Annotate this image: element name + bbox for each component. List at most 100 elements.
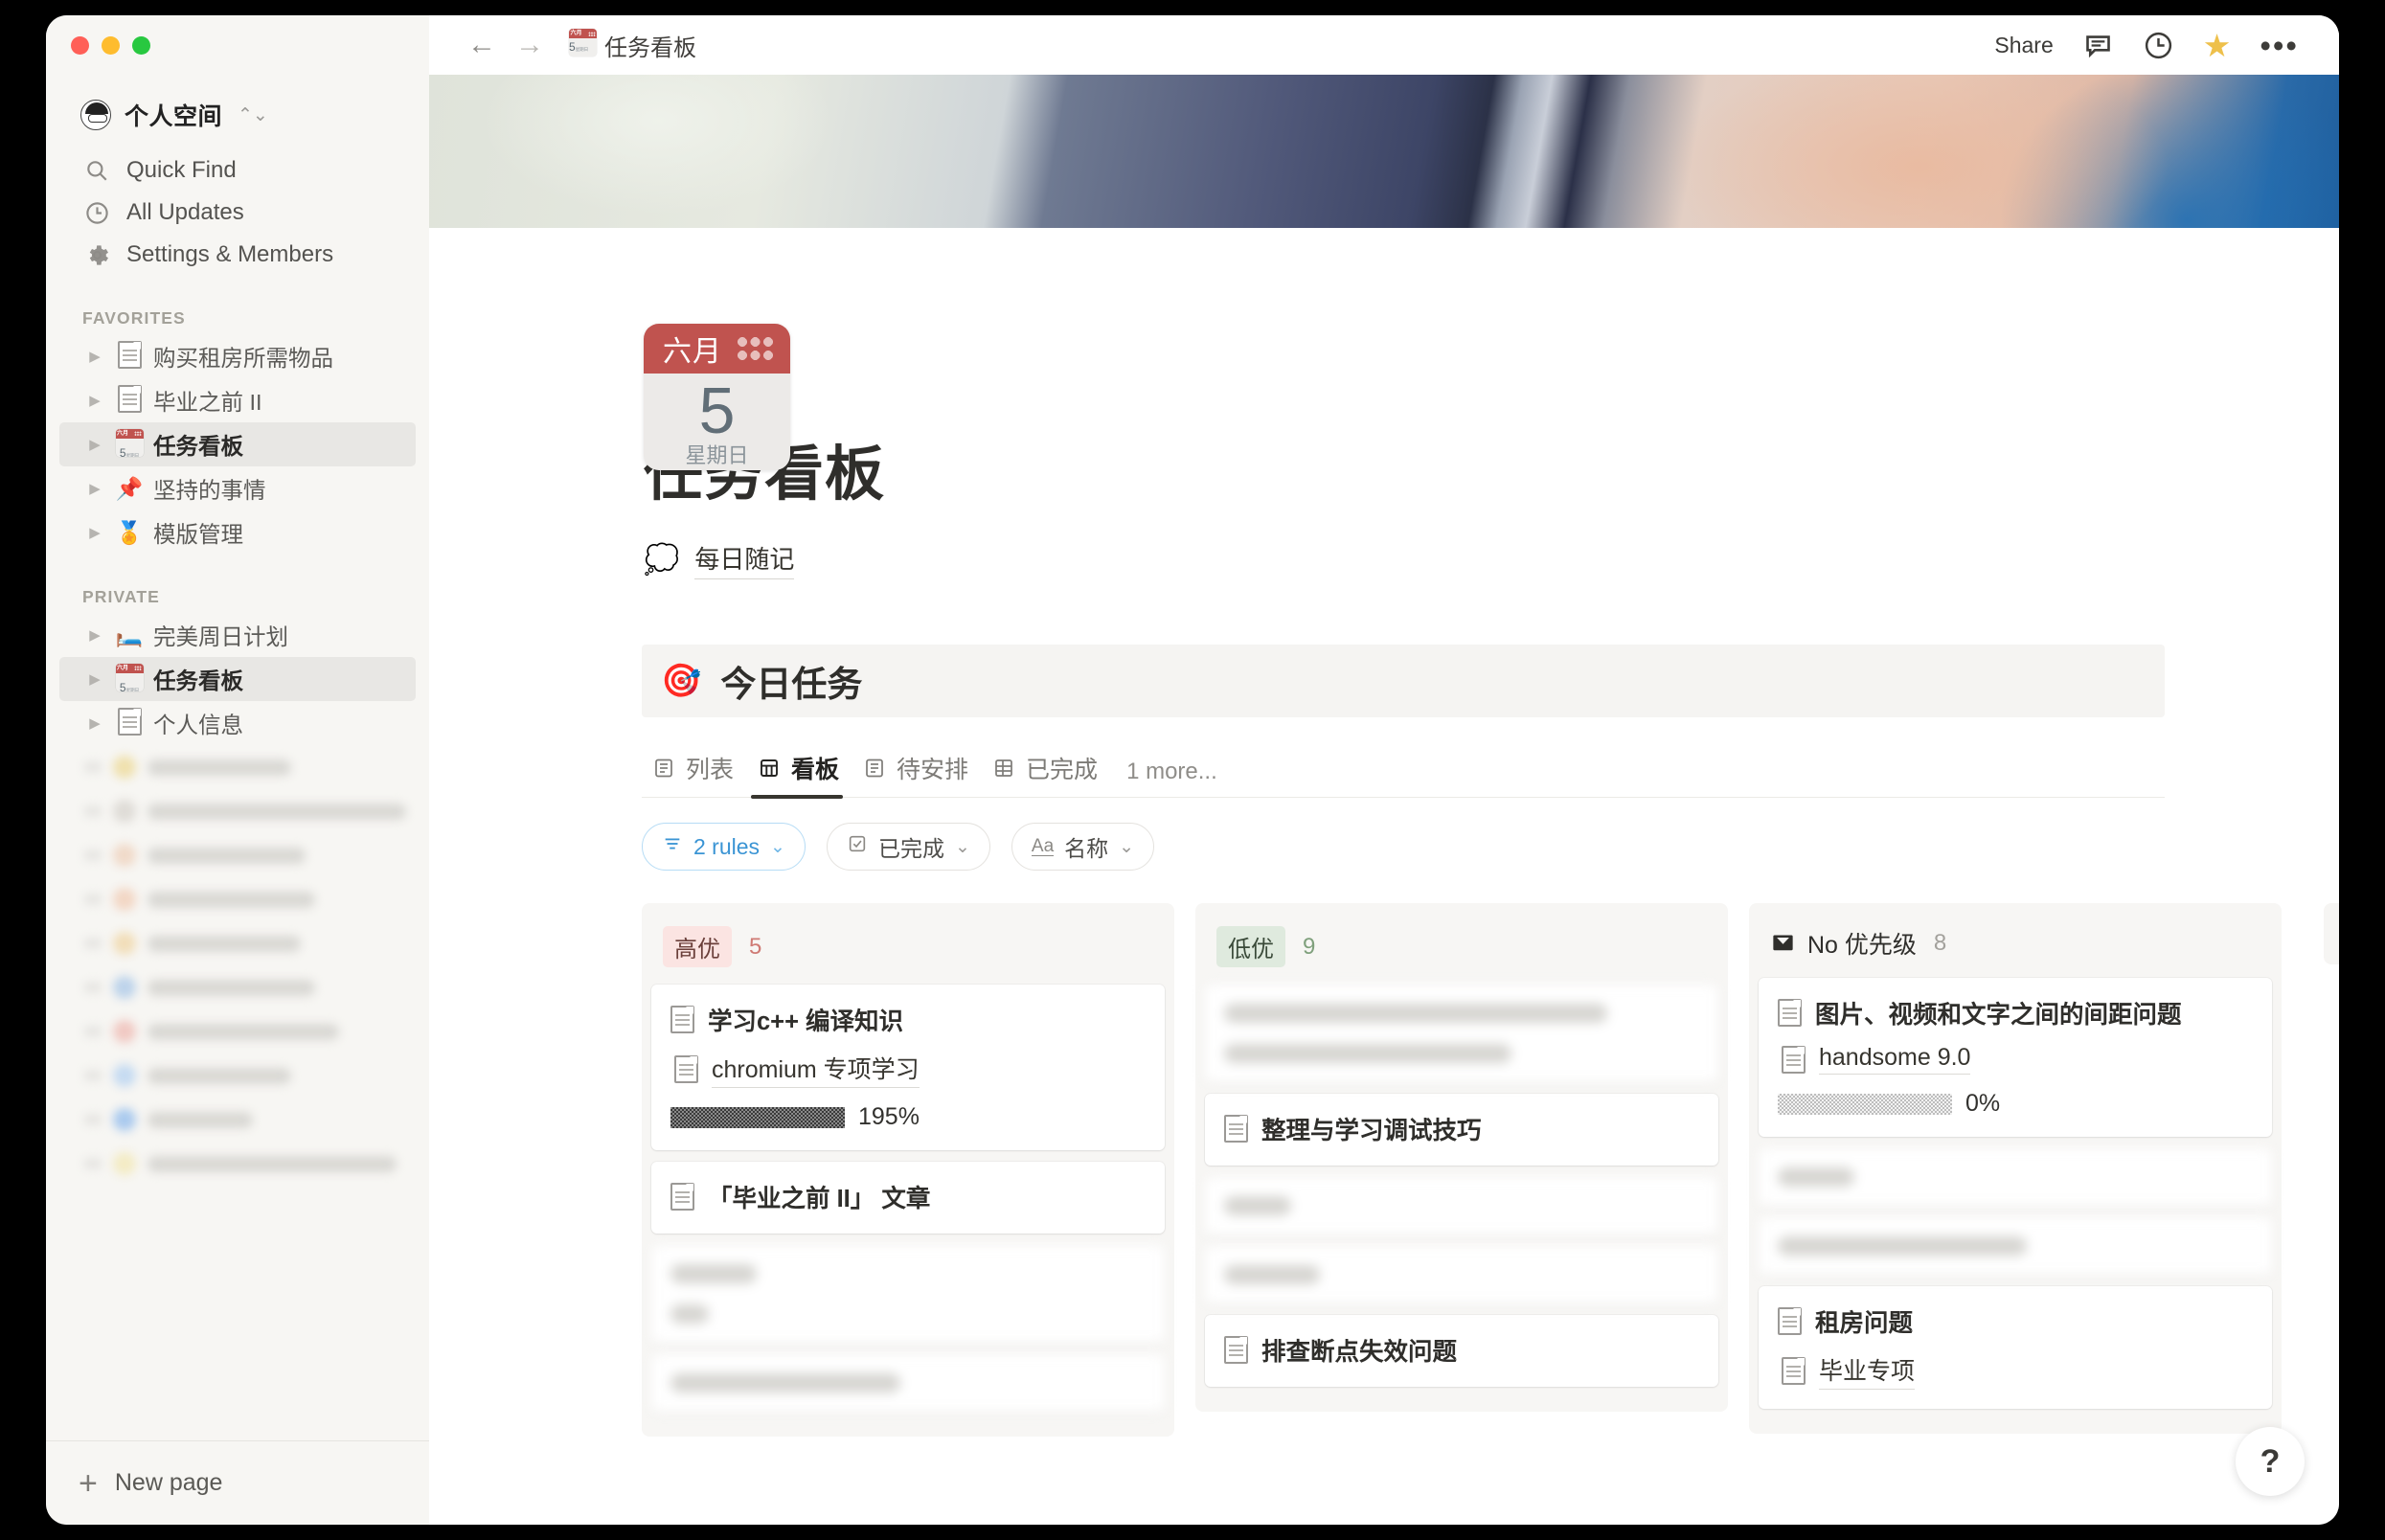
kanban-column: 高优 5 学习c++ 编译知识 chromium 专项学习 195% 「毕业之前 II」 … bbox=[642, 903, 1174, 1437]
sidebar-item-hidden[interactable] bbox=[59, 745, 416, 789]
expand-triangle-icon[interactable]: ▶ bbox=[84, 350, 105, 364]
kanban-card[interactable] bbox=[1759, 1217, 2272, 1275]
kanban-card[interactable]: 整理与学习调试技巧 bbox=[1205, 1094, 1718, 1166]
more-views-button[interactable]: 1 more... bbox=[1111, 759, 1227, 797]
column-header[interactable]: 高优 5 bbox=[651, 913, 1165, 985]
new-page-button[interactable]: + New page bbox=[46, 1440, 429, 1525]
expand-triangle-icon[interactable]: ▶ bbox=[84, 672, 105, 687]
sidebar-item-任务看板-private[interactable]: ▶ 六月 5星期日 任务看板 bbox=[59, 657, 416, 701]
calendar-icon: 六月 5星期日 bbox=[115, 428, 144, 461]
sidebar-item-hidden[interactable] bbox=[59, 1142, 416, 1186]
expand-triangle-icon bbox=[84, 762, 102, 772]
page-cover-image[interactable] bbox=[429, 75, 2339, 228]
tab-看板[interactable]: 看板 bbox=[747, 751, 852, 799]
sidebar-item-购买租房所需物品[interactable]: ▶ 购买租房所需物品 bbox=[59, 334, 416, 378]
filter-bar: 2 rules ⌄ 已完成 ⌄ Aa 名称 ⌄ bbox=[642, 823, 2339, 871]
doc-icon bbox=[115, 340, 144, 373]
search-icon bbox=[82, 156, 111, 185]
expand-triangle-icon bbox=[84, 1071, 102, 1080]
expand-triangle-icon[interactable]: ▶ bbox=[84, 628, 105, 643]
tab-列表[interactable]: 列表 bbox=[642, 751, 747, 797]
checkbox-icon bbox=[847, 833, 868, 860]
filter-rules-chip[interactable]: 2 rules ⌄ bbox=[642, 823, 806, 871]
share-button[interactable]: Share bbox=[1994, 33, 2053, 58]
add-column-button[interactable]: + bbox=[2324, 903, 2339, 964]
page-subtitle-row: 💭 每日随记 bbox=[644, 540, 2339, 579]
page-icon[interactable]: 六月 5 星期日 bbox=[644, 324, 790, 470]
page-title[interactable]: 任务看板 bbox=[644, 425, 2339, 511]
breadcrumb[interactable]: 任务看板 bbox=[604, 29, 696, 62]
expand-triangle-icon[interactable]: ▶ bbox=[84, 394, 105, 408]
sidebar-item-hidden[interactable] bbox=[59, 833, 416, 877]
sidebar-item-quick-find[interactable]: Quick Find bbox=[59, 149, 416, 192]
kanban-card[interactable] bbox=[651, 1354, 1165, 1412]
sidebar-item-hidden[interactable] bbox=[59, 921, 416, 965]
filter-rules-label: 2 rules bbox=[693, 833, 761, 859]
subtitle-link[interactable]: 每日随记 bbox=[694, 540, 795, 579]
card-relation-label: chromium 专项学习 bbox=[712, 1051, 920, 1088]
arrow-left-icon[interactable]: ← bbox=[458, 31, 506, 59]
new-page-label: New page bbox=[114, 1469, 223, 1496]
sidebar-item-个人信息[interactable]: ▶ 个人信息 bbox=[59, 701, 416, 745]
filter-name-chip[interactable]: Aa 名称 ⌄ bbox=[1011, 823, 1155, 871]
sidebar-item-完美周日计划[interactable]: ▶ 🛏️ 完美周日计划 bbox=[59, 613, 416, 657]
card-relation-row[interactable]: 毕业专项 bbox=[1778, 1352, 2253, 1390]
sidebar-item-模版管理[interactable]: ▶ 🏅 模版管理 bbox=[59, 510, 416, 555]
card-relation-row[interactable]: handsome 9.0 bbox=[1778, 1044, 2253, 1075]
sidebar-item-all-updates[interactable]: All Updates bbox=[59, 192, 416, 234]
expand-triangle-icon[interactable]: ▶ bbox=[84, 716, 105, 731]
kanban-card[interactable]: 租房问题 毕业专项 bbox=[1759, 1286, 2272, 1409]
kanban-card[interactable]: 学习c++ 编译知识 chromium 专项学习 195% bbox=[651, 985, 1165, 1150]
arrow-right-icon[interactable]: → bbox=[506, 31, 554, 59]
card-progress-row: 0% bbox=[1778, 1090, 2253, 1118]
column-header[interactable]: No 优先级 8 bbox=[1759, 913, 2272, 978]
kanban-card[interactable] bbox=[651, 1245, 1165, 1343]
sidebar-item-任务看板-favorite[interactable]: ▶ 六月 5星期日 任务看板 bbox=[59, 422, 416, 466]
comment-icon[interactable] bbox=[2082, 30, 2114, 61]
sidebar-item-毕业之前[interactable]: ▶ 毕业之前 II bbox=[59, 378, 416, 422]
workspace-switcher[interactable]: 个人空间 ⌃⌄ bbox=[59, 90, 416, 140]
history-clock-icon[interactable] bbox=[2143, 30, 2174, 61]
column-tag: 高优 bbox=[663, 926, 732, 967]
sidebar-item-hidden[interactable] bbox=[59, 1053, 416, 1098]
card-title-row: 图片、视频和文字之间的间距问题 bbox=[1778, 995, 2253, 1030]
kanban-card[interactable] bbox=[1205, 1177, 1718, 1234]
maximize-window-button[interactable] bbox=[132, 35, 150, 55]
kanban-card[interactable] bbox=[1759, 1148, 2272, 1206]
help-button[interactable]: ? bbox=[2236, 1427, 2305, 1496]
column-header[interactable]: 低优 9 bbox=[1205, 913, 1718, 985]
kanban-card[interactable] bbox=[1205, 1246, 1718, 1303]
card-text-line bbox=[1224, 1196, 1291, 1215]
expand-triangle-icon[interactable]: ▶ bbox=[84, 526, 105, 540]
sidebar-item-hidden[interactable] bbox=[59, 1009, 416, 1053]
callout-today-tasks: 🎯 今日任务 bbox=[642, 645, 2165, 717]
sidebar-item-hidden[interactable] bbox=[59, 877, 416, 921]
tab-待安排[interactable]: 待安排 bbox=[852, 751, 982, 797]
doc-icon bbox=[1224, 1336, 1248, 1364]
sidebar-item-hidden[interactable] bbox=[59, 965, 416, 1009]
progress-bar bbox=[670, 1106, 845, 1128]
kanban-card[interactable]: 「毕业之前 II」 文章 bbox=[651, 1162, 1165, 1234]
clock-icon bbox=[82, 198, 111, 227]
target-icon: 🎯 bbox=[661, 663, 702, 699]
star-icon[interactable]: ★ bbox=[2203, 30, 2232, 61]
kanban-card[interactable]: 图片、视频和文字之间的间距问题 handsome 9.0 0% bbox=[1759, 978, 2272, 1137]
minimize-window-button[interactable] bbox=[102, 35, 120, 55]
kanban-card[interactable]: 排查断点失效问题 bbox=[1205, 1315, 1718, 1387]
ellipsis-icon[interactable]: ••• bbox=[2260, 30, 2299, 61]
page-scroll-area[interactable]: 六月 5 星期日 任务看板 💭 每日随记 🎯 今日任务 列表 看板 待安排 已完… bbox=[429, 228, 2339, 1525]
sidebar-item-坚持的事情[interactable]: ▶ 📌 坚持的事情 bbox=[59, 466, 416, 510]
card-relation-row[interactable]: chromium 专项学习 bbox=[670, 1051, 1146, 1088]
sidebar-item-hidden[interactable] bbox=[59, 1098, 416, 1142]
expand-triangle-icon[interactable]: ▶ bbox=[84, 438, 105, 452]
sidebar-item-hidden[interactable] bbox=[59, 789, 416, 833]
sidebar-item-settings-members[interactable]: Settings & Members bbox=[59, 234, 416, 276]
progress-bar bbox=[1778, 1093, 1952, 1115]
inbox-icon bbox=[1770, 931, 1796, 957]
filter-completed-chip[interactable]: 已完成 ⌄ bbox=[826, 823, 990, 871]
tab-label: 看板 bbox=[791, 757, 840, 783]
expand-triangle-icon[interactable]: ▶ bbox=[84, 482, 105, 496]
kanban-card[interactable] bbox=[1205, 985, 1718, 1082]
tab-已完成[interactable]: 已完成 bbox=[982, 751, 1111, 797]
close-window-button[interactable] bbox=[71, 35, 89, 55]
